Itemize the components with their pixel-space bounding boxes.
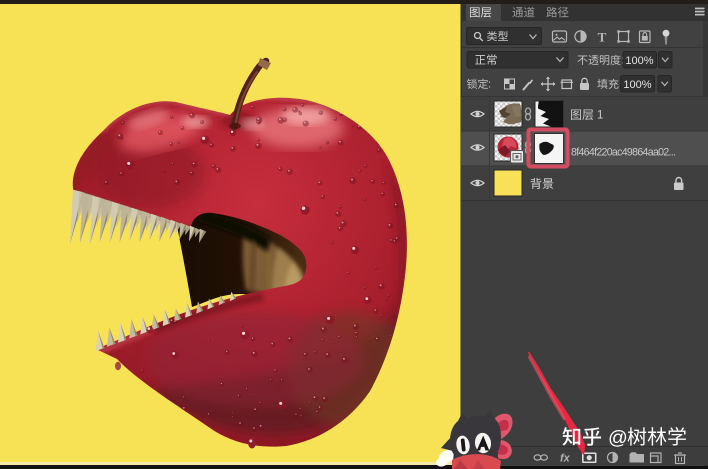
- svg-text:fx: fx: [560, 453, 571, 465]
- svg-text:100%: 100%: [625, 55, 653, 67]
- svg-text:8f464f220ac49864aa02...: 8f464f220ac49864aa02...: [571, 147, 676, 159]
- svg-text:T: T: [598, 30, 607, 45]
- svg-text:@: @: [608, 427, 628, 449]
- svg-text:1: 1: [597, 110, 603, 122]
- svg-text:100%: 100%: [623, 79, 651, 91]
- svg-text::: :: [488, 79, 491, 91]
